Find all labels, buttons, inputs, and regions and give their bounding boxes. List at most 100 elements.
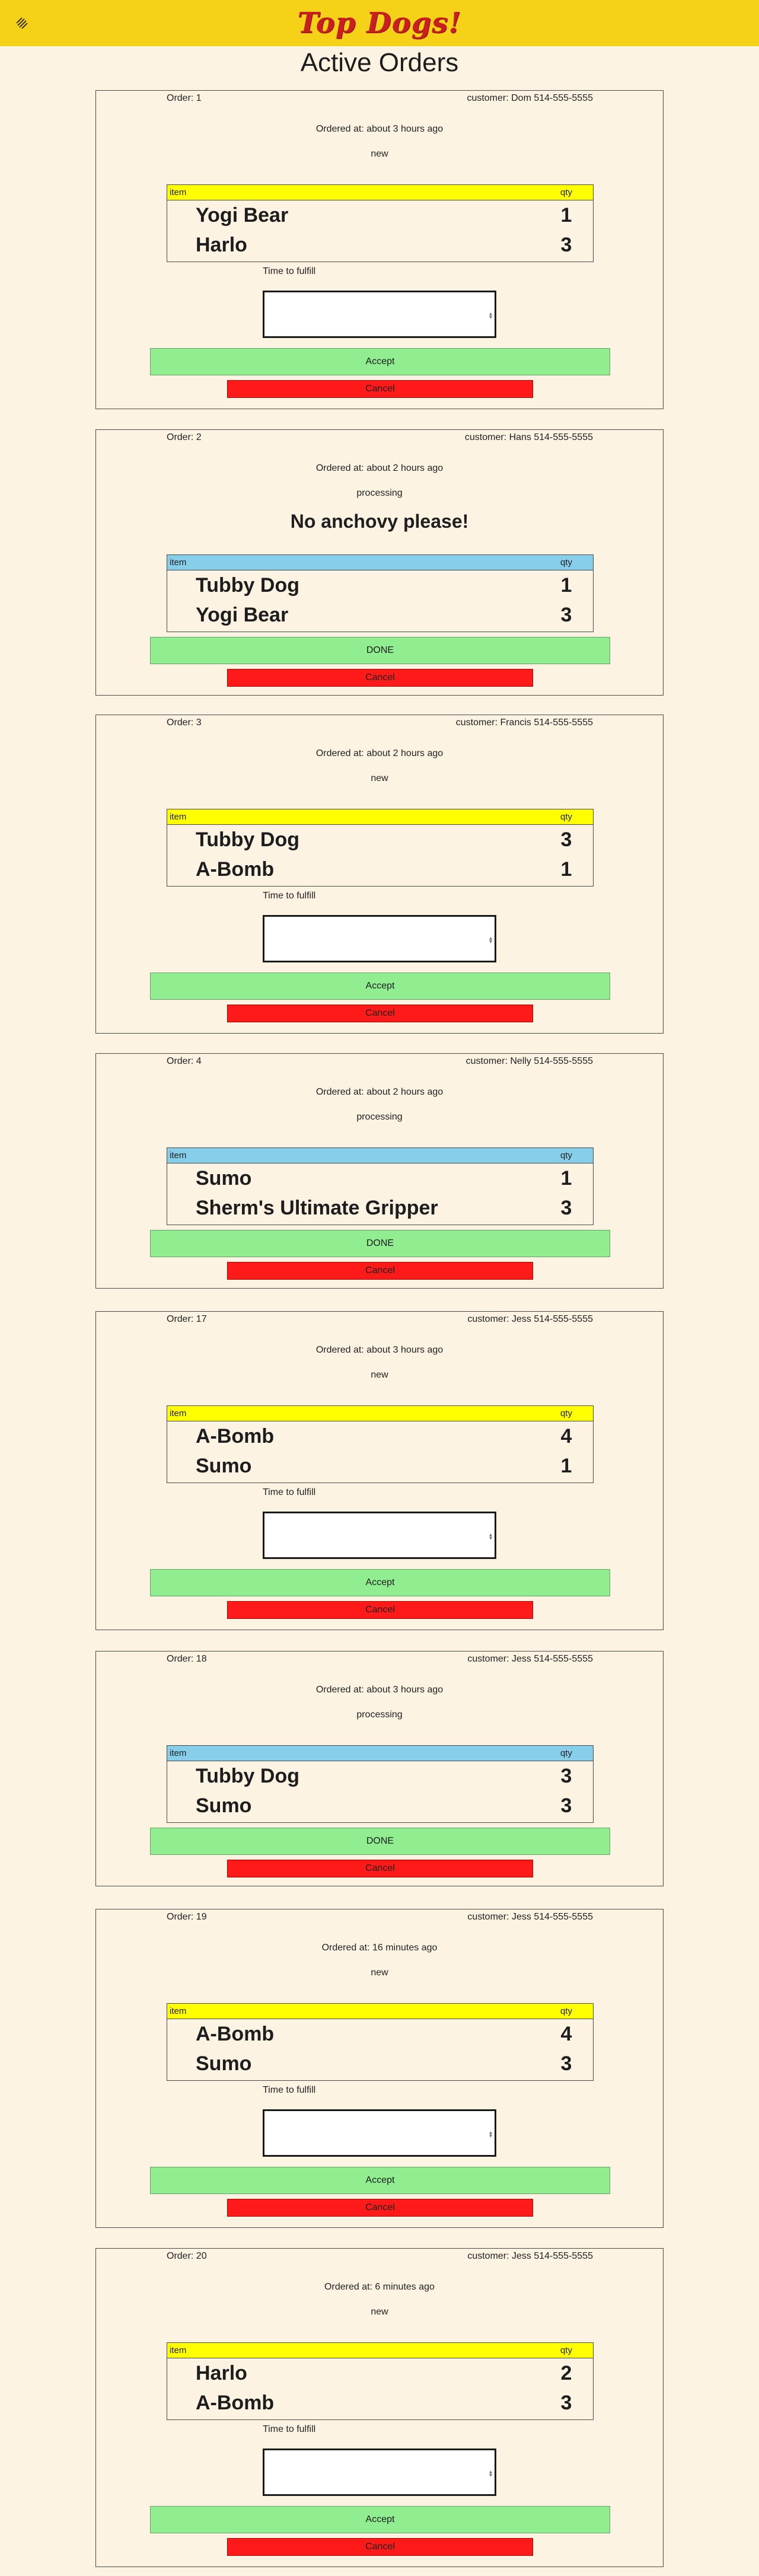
items-table: item qty Tubby Dog 3 Sumo 3 (167, 1745, 594, 1823)
item-name: Tubby Dog (196, 1764, 299, 1787)
customer-info: customer: Jess 514-555-5555 (467, 1654, 593, 1664)
items-table: item qty Yogi Bear 1 Harlo 3 (167, 184, 594, 262)
item-name: A-Bomb (196, 2022, 275, 2045)
order-number: Order: 19 (167, 1912, 207, 1922)
qty-column-header: qty (560, 2345, 572, 2355)
order-card: Order: 2 customer: Hans 514-555-5555 Order… (95, 429, 664, 696)
item-column-header: item (170, 1408, 187, 1418)
done-button[interactable]: DONE (150, 1230, 610, 1257)
item-column-header: item (170, 812, 187, 822)
order-number: Order: 3 (167, 718, 202, 728)
item-row: Sumo 1 (167, 1163, 593, 1193)
items-table-header: item qty (167, 1746, 593, 1761)
cancel-button[interactable]: Cancel (227, 1601, 533, 1619)
item-column-header: item (170, 187, 187, 197)
items-table: item qty A-Bomb 4 Sumo 1 (167, 1405, 594, 1483)
customer-info: customer: Jess 514-555-5555 (467, 2251, 593, 2261)
spinner-icon[interactable]: ▴ ▾ (489, 1532, 492, 1542)
accept-button[interactable]: Accept (150, 2167, 610, 2194)
time-to-fulfill-input[interactable]: ▴ ▾ (263, 291, 496, 338)
item-row: Sumo 1 (167, 1451, 593, 1481)
item-row: A-Bomb 3 (167, 2388, 593, 2418)
ordered-at: Ordered at: about 3 hours ago (315, 124, 444, 134)
time-to-fulfill-label: Time to fulfill (263, 891, 316, 901)
item-row: Yogi Bear 1 (167, 200, 593, 230)
order-card: Order: 1 customer: Dom 514-555-5555 Ordere… (95, 90, 664, 409)
order-number: Order: 20 (167, 2251, 207, 2261)
item-qty: 3 (560, 603, 572, 626)
qty-column-header: qty (560, 1150, 572, 1161)
customer-info: customer: Dom 514-555-5555 (467, 93, 593, 103)
order-card: Order: 4 customer: Nelly 514-555-5555 Orde… (95, 1053, 664, 1289)
item-row: Sumo 3 (167, 2049, 593, 2078)
item-name: Yogi Bear (196, 603, 289, 626)
item-name: Tubby Dog (196, 573, 299, 597)
time-to-fulfill-input[interactable]: ▴ ▾ (263, 1512, 496, 1559)
time-to-fulfill-input[interactable]: ▴ ▾ (263, 2109, 496, 2157)
order-card: Order: 19 customer: Jess 514-555-5555 Orde… (95, 1909, 664, 2228)
item-column-header: item (170, 2006, 187, 2016)
time-to-fulfill-input[interactable]: ▴ ▾ (263, 2449, 496, 2496)
time-to-fulfill-input[interactable]: ▴ ▾ (263, 915, 496, 962)
customer-info: customer: Hans 514-555-5555 (464, 432, 593, 442)
ordered-at: Ordered at: 6 minutes ago (324, 2282, 435, 2292)
layers-icon[interactable] (14, 15, 30, 31)
items-table-header: item qty (167, 809, 593, 825)
items-table: item qty Tubby Dog 3 A-Bomb 1 (167, 809, 594, 887)
cancel-button[interactable]: Cancel (227, 1262, 533, 1280)
item-column-header: item (170, 1748, 187, 1758)
item-qty: 3 (560, 233, 572, 256)
accept-button[interactable]: Accept (150, 348, 610, 375)
cancel-button[interactable]: Cancel (227, 2199, 533, 2217)
ordered-at: Ordered at: 16 minutes ago (321, 1943, 438, 1953)
item-row: Yogi Bear 3 (167, 600, 593, 630)
cancel-button[interactable]: Cancel (227, 380, 533, 398)
qty-column-header: qty (560, 1408, 572, 1418)
qty-column-header: qty (560, 812, 572, 822)
time-to-fulfill-label: Time to fulfill (263, 266, 316, 276)
time-to-fulfill-label: Time to fulfill (263, 1487, 316, 1497)
item-name: Tubby Dog (196, 828, 299, 851)
cancel-button[interactable]: Cancel (227, 1860, 533, 1877)
accept-button[interactable]: Accept (150, 2506, 610, 2533)
spinner-icon[interactable]: ▴ ▾ (489, 311, 492, 321)
item-column-header: item (170, 557, 187, 568)
item-name: Harlo (196, 2361, 247, 2384)
items-table-header: item qty (167, 2343, 593, 2358)
done-button[interactable]: DONE (150, 637, 610, 664)
item-row: Sherm's Ultimate Gripper 3 (167, 1193, 593, 1223)
done-button[interactable]: DONE (150, 1828, 610, 1855)
item-row: A-Bomb 1 (167, 855, 593, 884)
item-qty: 3 (560, 2391, 572, 2414)
top-bar: Top Dogs! (0, 0, 759, 46)
spinner-icon[interactable]: ▴ ▾ (489, 2130, 492, 2140)
cancel-button[interactable]: Cancel (227, 1005, 533, 1022)
item-name: A-Bomb (196, 2391, 275, 2414)
order-status: new (371, 2307, 388, 2317)
items-table-header: item qty (167, 2004, 593, 2019)
items-table-header: item qty (167, 555, 593, 570)
order-number: Order: 18 (167, 1654, 207, 1664)
customer-info: customer: Francis 514-555-5555 (455, 718, 593, 728)
qty-column-header: qty (560, 557, 572, 568)
item-row: Tubby Dog 3 (167, 1761, 593, 1791)
order-number: Order: 4 (167, 1056, 202, 1066)
items-table: item qty Harlo 2 A-Bomb 3 (167, 2342, 594, 2420)
qty-column-header: qty (560, 1748, 572, 1758)
cancel-button[interactable]: Cancel (227, 2538, 533, 2556)
cancel-button[interactable]: Cancel (227, 669, 533, 687)
time-to-fulfill-label: Time to fulfill (263, 2424, 316, 2434)
item-column-header: item (170, 1150, 187, 1161)
customer-info: customer: Jess 514-555-5555 (467, 1314, 593, 1324)
items-table: item qty Tubby Dog 1 Yogi Bear 3 (167, 554, 594, 632)
item-qty: 4 (560, 2022, 572, 2045)
order-note: No anchovy please! (290, 511, 469, 532)
page-title: Active Orders (300, 48, 459, 77)
accept-button[interactable]: Accept (150, 973, 610, 1000)
spinner-icon[interactable]: ▴ ▾ (489, 2469, 492, 2479)
qty-column-header: qty (560, 187, 572, 197)
order-card: Order: 20 customer: Jess 514-555-5555 Orde… (95, 2248, 664, 2567)
order-status: new (371, 1370, 388, 1380)
accept-button[interactable]: Accept (150, 1569, 610, 1596)
spinner-icon[interactable]: ▴ ▾ (489, 936, 492, 945)
